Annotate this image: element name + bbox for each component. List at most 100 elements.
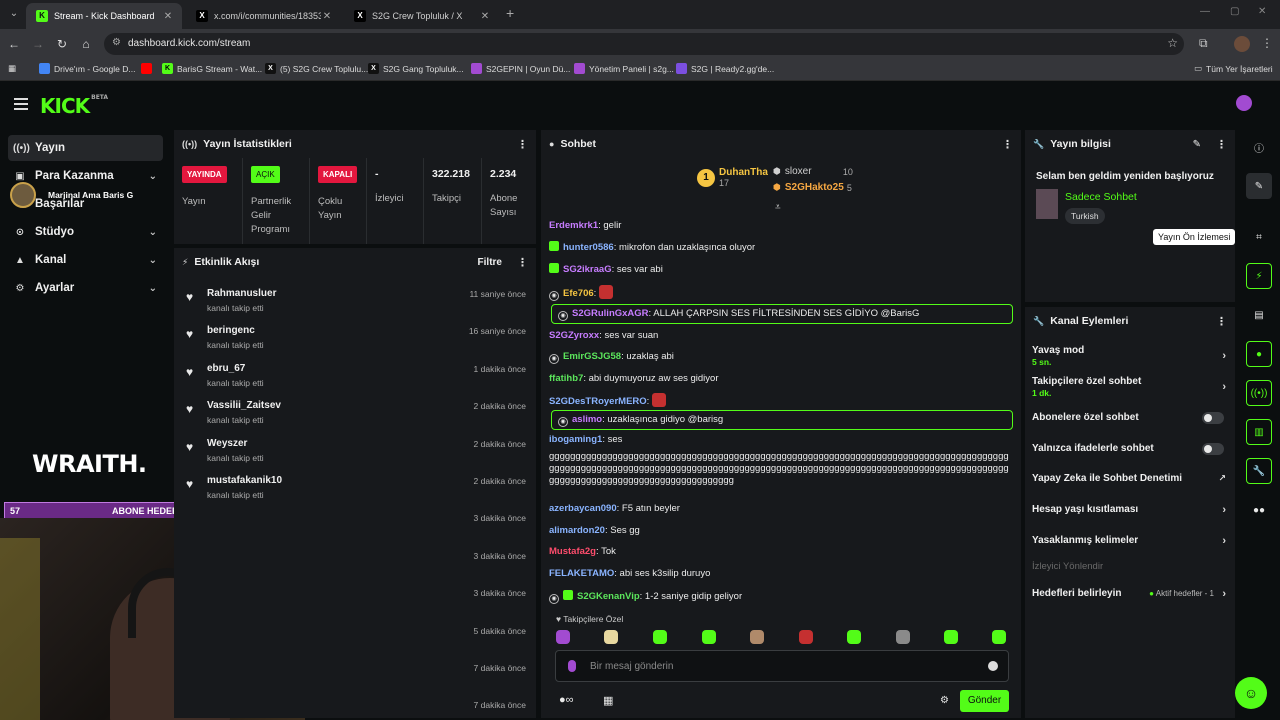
- more-options-icon[interactable]: ⋮: [517, 256, 528, 269]
- chat-username[interactable]: azerbaycan090: [549, 503, 617, 514]
- chat-username[interactable]: EmirGSJG58: [563, 351, 621, 362]
- site-info-icon[interactable]: ⚙: [112, 37, 125, 50]
- gear-icon[interactable]: ⚙: [940, 695, 949, 706]
- bookmark-star-icon[interactable]: ☆: [1167, 36, 1178, 50]
- microphone-icon[interactable]: [568, 660, 576, 672]
- chat-username[interactable]: FELAKETAMO: [549, 568, 614, 579]
- close-icon[interactable]: ✕: [479, 11, 491, 22]
- chat-username[interactable]: Erdemkrk1: [549, 220, 598, 231]
- wrench-icon[interactable]: 🔧: [1246, 458, 1272, 484]
- chat-username[interactable]: ibogaming1: [549, 434, 602, 445]
- emote-icon[interactable]: [944, 630, 958, 644]
- apps-icon[interactable]: ▦: [8, 63, 16, 74]
- top-gifter-2[interactable]: ⬢ sloxer 10: [773, 166, 853, 177]
- subscribers-only-toggle[interactable]: [1202, 412, 1224, 424]
- followers-only-row[interactable]: Takipçilere özel sohbet 1 dk. ›: [1032, 376, 1226, 398]
- emote-icon[interactable]: [653, 630, 667, 644]
- bookmark-item[interactable]: [141, 63, 156, 74]
- chat-username[interactable]: S2GRulinGxAGR: [572, 308, 649, 319]
- more-options-icon[interactable]: ⋮: [517, 138, 528, 151]
- chat-username[interactable]: Mustafa2g: [549, 546, 596, 557]
- bookmark-item[interactable]: Drive'ım - Google D...: [39, 63, 135, 74]
- all-bookmarks[interactable]: ▭ Tüm Yer İşaretleri: [1194, 63, 1273, 74]
- help-button[interactable]: ☺: [1235, 677, 1267, 709]
- browser-tab-s2g-crew[interactable]: X S2G Crew Topluluk / X ✕: [344, 3, 499, 29]
- sidebar-item-ayarlar[interactable]: ⚙ Ayarlar ⌄: [8, 275, 163, 301]
- reload-icon[interactable]: ↻: [54, 36, 70, 52]
- browser-tab-x-community[interactable]: X x.com/i/communities/18353197 ✕: [186, 3, 341, 29]
- address-bar[interactable]: ⚙ dashboard.kick.com/stream ☆: [104, 33, 1184, 55]
- bookmark-item[interactable]: X (5) S2G Crew Toplulu...: [265, 63, 368, 74]
- emote-icon[interactable]: [896, 630, 910, 644]
- banned-words-row[interactable]: Yasaklanmış kelimeler ›: [1032, 535, 1226, 547]
- emotes-only-toggle[interactable]: [1202, 443, 1224, 455]
- ai-moderation-row[interactable]: Yapay Zeka ile Sohbet Denetimi ↗: [1032, 473, 1226, 484]
- more-options-icon[interactable]: ⋮: [1216, 138, 1227, 151]
- goals-row[interactable]: Hedefleri belirleyin ● Aktif hedefler - …: [1032, 588, 1226, 600]
- more-options-icon[interactable]: ⋮: [1216, 315, 1227, 328]
- user-avatar[interactable]: [1236, 95, 1252, 111]
- sidebar-item-studyo[interactable]: ⊙ Stüdyo ⌄: [8, 219, 163, 245]
- emote-icon[interactable]: [556, 630, 570, 644]
- bookmark-item[interactable]: S2GEPIN | Oyun Dü...: [471, 63, 570, 74]
- close-icon[interactable]: ✕: [321, 11, 333, 22]
- close-icon[interactable]: ✕: [162, 11, 174, 22]
- sidebar-item-yayin[interactable]: ((•)) Yayın: [8, 135, 163, 161]
- info-icon[interactable]: ⓘ: [1246, 134, 1272, 160]
- forward-icon[interactable]: →: [30, 36, 46, 52]
- chat-username[interactable]: S2GDesTRoyerMERO: [549, 396, 647, 407]
- chat-username[interactable]: ffatihb7: [549, 373, 583, 384]
- top-gifter-1[interactable]: 1 DuhanTha 17: [697, 167, 768, 189]
- layout-icon[interactable]: ▥: [1246, 419, 1272, 445]
- kick-logo[interactable]: KICK BETA: [40, 94, 108, 118]
- sidebar-item-kanal[interactable]: ▲ Kanal ⌄: [8, 247, 163, 273]
- chat-icon[interactable]: ●: [1246, 341, 1272, 367]
- activity-username[interactable]: ebru_67: [207, 363, 245, 374]
- chat-username[interactable]: S2GKenanVip: [577, 591, 640, 602]
- account-age-row[interactable]: Hesap yaşı kısıtlaması ›: [1032, 504, 1226, 516]
- browser-tab-kick[interactable]: K Stream - Kick Dashboard ✕: [26, 3, 182, 29]
- maximize-icon[interactable]: ▢: [1230, 6, 1239, 17]
- users-icon[interactable]: ●●: [1246, 497, 1272, 523]
- filter-button[interactable]: Filtre: [478, 257, 502, 268]
- back-icon[interactable]: ←: [6, 36, 22, 52]
- store-icon[interactable]: ▦: [603, 694, 613, 707]
- pencil-icon[interactable]: ✎: [1246, 173, 1272, 199]
- chat-username[interactable]: S2GZyroxx: [549, 330, 599, 341]
- preview-icon[interactable]: ⌗: [1246, 224, 1272, 250]
- emote-icon[interactable]: [604, 630, 618, 644]
- home-icon[interactable]: ⌂: [78, 36, 94, 52]
- activity-username[interactable]: Weyszer: [207, 438, 247, 449]
- emote-icon[interactable]: [702, 630, 716, 644]
- lightning-icon[interactable]: ⚡: [1246, 263, 1272, 289]
- tab-search-icon[interactable]: ⌄: [6, 6, 22, 22]
- bookmark-item[interactable]: S2G | Ready2.gg'de...: [676, 63, 774, 74]
- chat-username[interactable]: alimardon20: [549, 525, 605, 536]
- emote-icon[interactable]: [847, 630, 861, 644]
- activity-username[interactable]: mustafakanik10: [207, 475, 282, 486]
- activity-username[interactable]: beringenc: [207, 325, 255, 336]
- profile-avatar[interactable]: [1234, 36, 1250, 52]
- extensions-icon[interactable]: ⧉: [1199, 36, 1208, 51]
- emoji-icon[interactable]: [988, 661, 998, 671]
- top-gifter-3[interactable]: ⬢ S2GHakto25 5: [773, 182, 852, 193]
- users-icon[interactable]: ●∞: [559, 694, 574, 706]
- pencil-icon[interactable]: ✎: [1193, 139, 1201, 150]
- chat-username[interactable]: hunter0586: [563, 242, 614, 253]
- bookmark-item[interactable]: X S2G Gang Topluluk...: [368, 63, 464, 74]
- slow-mode-row[interactable]: Yavaş mod 5 sn. ›: [1032, 345, 1226, 367]
- send-button[interactable]: Gönder: [960, 690, 1009, 712]
- chat-username[interactable]: aslimo: [572, 414, 602, 425]
- emote-icon[interactable]: [992, 630, 1006, 644]
- chat-username[interactable]: SG2ikraaG: [563, 264, 612, 275]
- category-name[interactable]: Sadece Sohbet: [1065, 191, 1137, 203]
- browser-menu-icon[interactable]: ⋮: [1261, 36, 1273, 50]
- more-options-icon[interactable]: ⋮: [1002, 138, 1013, 151]
- broadcast-icon[interactable]: ((•)): [1246, 380, 1272, 406]
- emote-icon[interactable]: [750, 630, 764, 644]
- minimize-icon[interactable]: —: [1200, 6, 1210, 17]
- chat-username[interactable]: Efe706: [563, 288, 594, 299]
- window-close-icon[interactable]: ✕: [1258, 6, 1266, 17]
- bookmark-item[interactable]: K BarisG Stream - Wat...: [162, 63, 262, 74]
- document-icon[interactable]: ▤: [1246, 302, 1272, 328]
